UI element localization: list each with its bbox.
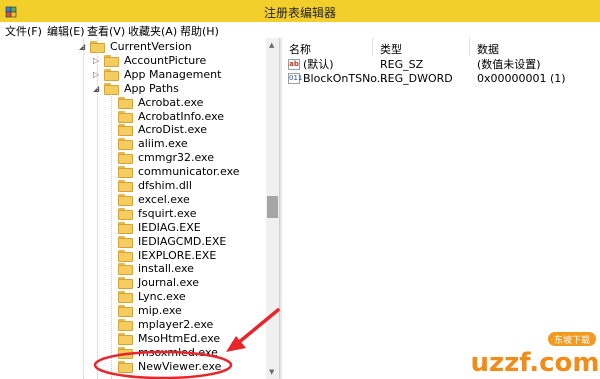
highlight-ellipse <box>93 350 233 379</box>
annotation-overlay <box>93 308 280 379</box>
uzzf-watermark-logo: 东坡下载 uzzf.com <box>471 332 600 378</box>
annotation-arrow-shaft <box>236 308 280 345</box>
watermark-main-text: uzzf.com <box>471 348 600 378</box>
watermark-top-text: 东坡下载 <box>554 334 590 346</box>
